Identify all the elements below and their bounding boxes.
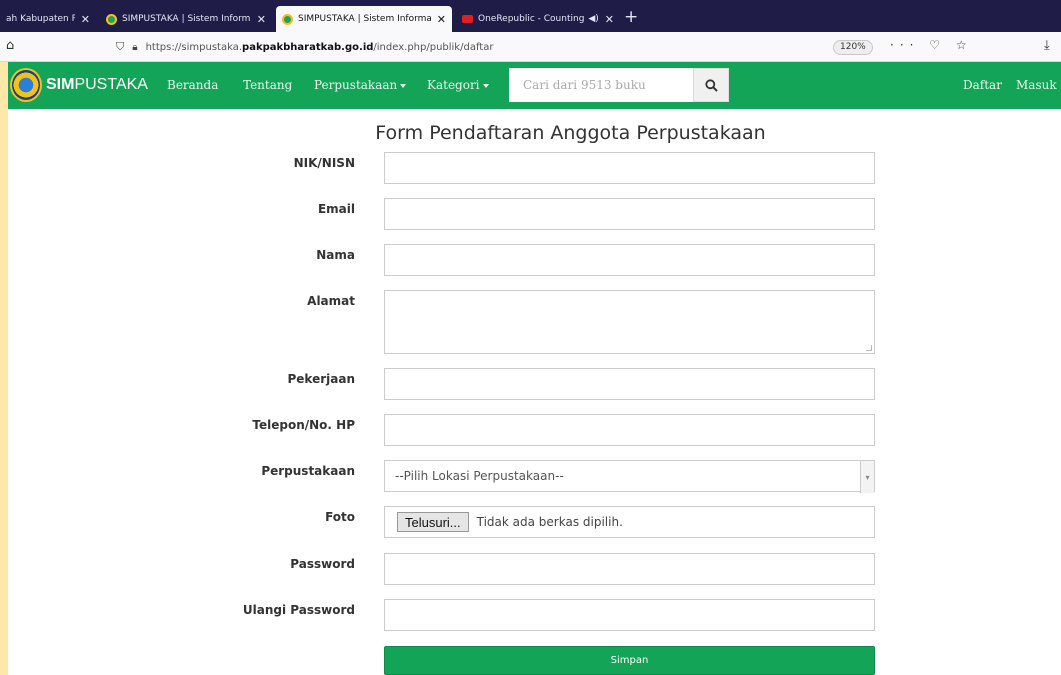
ulangi-password-label: Ulangi Password — [242, 603, 355, 617]
site-navbar: SIMPUSTAKA Beranda Tentang Perpustakaan … — [8, 62, 1061, 109]
pekerjaan-label: Pekerjaan — [287, 372, 356, 386]
foto-file-input: Telusuri... Tidak ada berkas dipilih. — [384, 506, 875, 538]
simpan-button[interactable]: Simpan — [384, 646, 875, 675]
speaker-icon[interactable]: ◀) — [588, 14, 598, 24]
resize-handle-icon[interactable] — [866, 345, 872, 351]
search-button[interactable] — [693, 68, 729, 102]
nav-perpustakaan-label: Perpustakaan — [314, 78, 398, 92]
lock-icon[interactable]: 🔒︎ — [132, 42, 137, 53]
brand-bold: SIM — [46, 76, 75, 93]
page-viewport: SIMPUSTAKA Beranda Tentang Perpustakaan … — [8, 62, 1061, 675]
nav-kategori[interactable]: Kategori — [427, 78, 489, 92]
browser-tab-active[interactable]: SIMPUSTAKA | Sistem Informasi ✕ — [276, 6, 452, 32]
close-tab-icon[interactable]: ✕ — [81, 13, 90, 26]
page-title: Form Pendaftaran Anggota Perpustakaan — [8, 122, 1061, 144]
chevron-down-icon — [400, 83, 407, 88]
url-prefix: https://simpustaka. — [145, 41, 243, 53]
nav-perpustakaan[interactable]: Perpustakaan — [314, 78, 407, 92]
home-icon[interactable]: ⌂ — [6, 38, 14, 53]
browser-tab-2[interactable]: SIMPUSTAKA | Sistem Informasi ✕ — [100, 6, 272, 32]
perpustakaan-select[interactable]: --Pilih Lokasi Perpustakaan-- ▾ — [384, 460, 875, 493]
ulangi-password-field[interactable] — [384, 599, 875, 631]
browser-tab-bar: ah Kabupaten Pa ✕ SIMPUSTAKA | Sistem In… — [0, 0, 1061, 32]
password-label: Password — [290, 557, 355, 571]
url-host: pakpakbharatkab.go.id — [242, 41, 374, 53]
chevron-down-icon[interactable]: ▾ — [860, 461, 874, 493]
search-icon — [704, 78, 718, 92]
pekerjaan-field[interactable] — [384, 368, 875, 400]
perpustakaan-selected-value: --Pilih Lokasi Perpustakaan-- — [395, 469, 564, 483]
nav-beranda[interactable]: Beranda — [167, 78, 218, 92]
simpustaka-favicon-icon — [282, 13, 293, 25]
nav-kategori-label: Kategori — [427, 78, 480, 92]
tab-title: SIMPUSTAKA | Sistem Informasi — [298, 14, 431, 24]
perpustakaan-label: Perpustakaan — [261, 464, 355, 478]
site-logo[interactable] — [10, 68, 42, 102]
foto-label: Foto — [325, 510, 355, 524]
telepon-field[interactable] — [384, 414, 875, 446]
alamat-label: Alamat — [307, 294, 355, 308]
nama-label: Nama — [316, 248, 355, 262]
page-title-text: Form Pendaftaran Anggota Perpustakaan — [375, 122, 766, 144]
browser-tab-youtube[interactable]: OneRepublic - Counting Stars ◀) ✕ — [456, 6, 620, 32]
alamat-textarea[interactable] — [384, 290, 875, 354]
search-input[interactable] — [509, 68, 693, 102]
close-tab-icon[interactable]: ✕ — [257, 13, 266, 26]
email-field[interactable] — [384, 198, 875, 230]
youtube-favicon-icon — [462, 15, 473, 23]
download-icon[interactable]: ⤓ — [1044, 38, 1050, 53]
file-status-text: Tidak ada berkas dipilih. — [476, 515, 623, 529]
brand-rest: PUSTAKA — [74, 76, 148, 93]
browser-tab-1[interactable]: ah Kabupaten Pa ✕ — [0, 6, 96, 32]
site-brand[interactable]: SIMPUSTAKA — [46, 76, 148, 94]
close-tab-icon[interactable]: ✕ — [437, 13, 446, 26]
browse-button[interactable]: Telusuri... — [397, 512, 469, 532]
new-tab-button[interactable]: + — [624, 7, 638, 27]
tracking-shield-icon[interactable]: ⛉ — [116, 40, 124, 54]
page-actions-icons[interactable]: ··· ♡ ☆ — [890, 38, 973, 52]
chevron-down-icon — [482, 83, 489, 88]
nik-label: NIK/NISN — [293, 156, 355, 170]
close-tab-icon[interactable]: ✕ — [605, 13, 614, 26]
nama-field[interactable] — [384, 244, 875, 276]
simpustaka-favicon-icon — [106, 13, 117, 25]
nav-tentang[interactable]: Tentang — [243, 78, 292, 92]
zoom-level-button[interactable]: 120% — [833, 40, 873, 55]
email-label: Email — [317, 202, 355, 216]
telepon-label: Telepon/No. HP — [252, 418, 355, 432]
browser-nav-bar: ⌂ ⛉ 🔒︎ https://simpustaka. pakpakbharatka… — [0, 32, 1061, 62]
nav-masuk[interactable]: Masuk — [1016, 78, 1057, 92]
password-field[interactable] — [384, 553, 875, 585]
tab-title: SIMPUSTAKA | Sistem Informasi — [122, 14, 251, 24]
tab-title: OneRepublic - Counting Stars — [478, 14, 585, 24]
nik-field[interactable] — [384, 152, 875, 184]
tab-title: ah Kabupaten Pa — [6, 14, 75, 24]
nav-daftar[interactable]: Daftar — [963, 78, 1002, 92]
url-path: /index.php/publik/daftar — [373, 41, 494, 53]
